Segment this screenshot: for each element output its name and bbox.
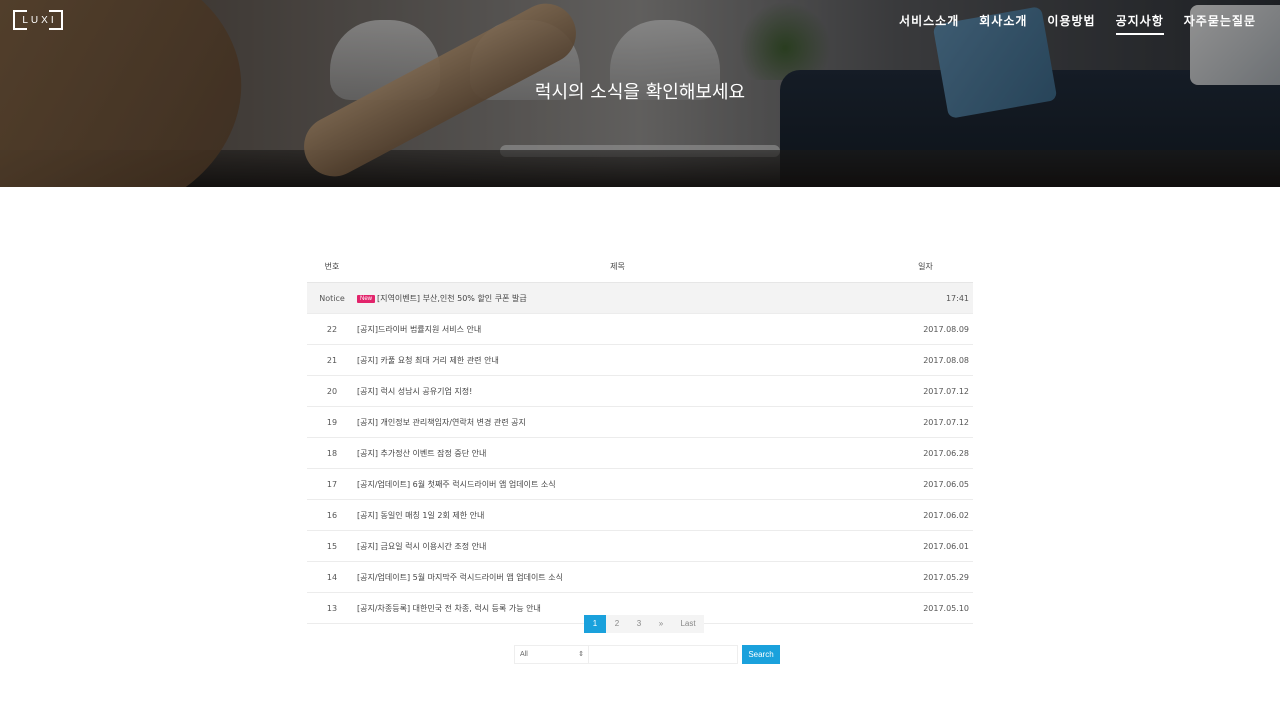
row-num: 17 (307, 468, 357, 500)
next-page-link[interactable]: » (650, 615, 672, 633)
column-header-date: 일자 (878, 250, 973, 283)
table-row[interactable]: 21 [공지] 카풀 요청 최대 거리 제한 관련 안내 2017.08.08 (307, 344, 973, 376)
row-title[interactable]: [공지/업데이트] 6월 첫째주 럭시드라이버 앱 업데이트 소식 (357, 468, 878, 500)
table-row[interactable]: 19 [공지] 개인정보 관리책임자/연락처 변경 관련 공지 2017.07.12 (307, 406, 973, 438)
row-num: 19 (307, 406, 357, 438)
select-arrow-icon: ⇕ (578, 651, 584, 658)
table-row[interactable]: 18 [공지] 추가정산 이벤트 잠정 중단 안내 2017.06.28 (307, 437, 973, 469)
row-num: 14 (307, 561, 357, 593)
row-num: 15 (307, 530, 357, 562)
row-title[interactable]: [공지/업데이트] 5월 마지막주 럭시드라이버 앱 업데이트 소식 (357, 561, 878, 593)
row-title[interactable]: [공지] 추가정산 이벤트 잠정 중단 안내 (357, 437, 878, 469)
row-title[interactable]: [공지] 카풀 요청 최대 거리 제한 관련 안내 (357, 344, 878, 376)
last-page-link[interactable]: Last (672, 615, 704, 633)
row-num: 16 (307, 499, 357, 531)
nav-item-notice[interactable]: 공지사항 (1115, 12, 1164, 35)
search-button[interactable]: Search (742, 645, 780, 664)
table-row[interactable]: 17 [공지/업데이트] 6월 첫째주 럭시드라이버 앱 업데이트 소식 2017.… (307, 468, 973, 500)
search-scope-value: All (520, 651, 528, 658)
table-row[interactable]: 14 [공지/업데이트] 5월 마지막주 럭시드라이버 앱 업데이트 소식 2017… (307, 561, 973, 593)
table-row[interactable]: 15 [공지] 금요일 럭시 이용시간 조정 안내 2017.06.01 (307, 530, 973, 562)
row-date: 2017.06.01 (878, 530, 973, 562)
row-date: 2017.05.29 (878, 561, 973, 593)
row-title-cell[interactable]: New [지역이벤트] 부산,인천 50% 할인 쿠폰 발급 (357, 282, 878, 314)
row-date: 2017.07.12 (878, 375, 973, 407)
table-header-row: 번호 제목 일자 (307, 250, 973, 283)
row-num: 13 (307, 592, 357, 624)
nav-item-company[interactable]: 회사소개 (979, 12, 1027, 35)
notice-board: 번호 제목 일자 Notice New [지역이벤트] 부산,인천 50% 할인 … (307, 250, 973, 624)
notice-table: 번호 제목 일자 Notice New [지역이벤트] 부산,인천 50% 할인 … (307, 250, 973, 624)
row-title[interactable]: [공지] 개인정보 관리책임자/연락처 변경 관련 공지 (357, 406, 878, 438)
row-title[interactable]: [공지] 동일인 매칭 1일 2회 제한 안내 (357, 499, 878, 531)
search-bar: All ⇕ Search (514, 645, 780, 664)
luxi-logo[interactable]: LUXI (13, 10, 63, 30)
row-title[interactable]: [지역이벤트] 부산,인천 50% 할인 쿠폰 발급 (377, 294, 527, 303)
main-nav: 서비스소개 회사소개 이용방법 공지사항 자주묻는질문 (899, 12, 1256, 35)
pagination: 1 2 3» Last (584, 615, 704, 633)
row-title[interactable]: [공지]드라이버 법률지원 서비스 안내 (357, 313, 878, 345)
table-row[interactable]: 16 [공지] 동일인 매칭 1일 2회 제한 안내 2017.06.02 (307, 499, 973, 531)
logo-text: LUXI (22, 14, 57, 26)
row-date: 2017.06.05 (878, 468, 973, 500)
row-title[interactable]: [공지] 럭시 성남시 공유기업 지정! (357, 375, 878, 407)
row-num: 22 (307, 313, 357, 345)
search-scope-select[interactable]: All ⇕ (514, 645, 589, 664)
page-link-2[interactable]: 2 (606, 615, 628, 633)
table-row[interactable]: 22 [공지]드라이버 법률지원 서비스 안내 2017.08.09 (307, 313, 973, 345)
row-num: 18 (307, 437, 357, 469)
table-row[interactable]: 20 [공지] 럭시 성남시 공유기업 지정! 2017.07.12 (307, 375, 973, 407)
new-badge: New (357, 294, 376, 303)
nav-item-service[interactable]: 서비스소개 (899, 12, 959, 35)
column-header-num: 번호 (307, 250, 357, 283)
row-date: 2017.07.12 (878, 406, 973, 438)
row-date: 17:41 (878, 282, 973, 314)
row-title[interactable]: [공지] 금요일 럭시 이용시간 조정 안내 (357, 530, 878, 562)
page-link-3[interactable]: 3 (628, 615, 650, 633)
notice-row[interactable]: Notice New [지역이벤트] 부산,인천 50% 할인 쿠폰 발급 17:… (307, 282, 973, 314)
hero-banner: LUXI 서비스소개 회사소개 이용방법 공지사항 자주묻는질문 럭시의 소식을… (0, 0, 1280, 187)
search-input[interactable] (589, 645, 738, 664)
row-date: 2017.06.28 (878, 437, 973, 469)
column-header-title: 제목 (357, 250, 878, 283)
page-link-1[interactable]: 1 (584, 615, 606, 633)
row-date: 2017.05.10 (878, 592, 973, 624)
hero-title: 럭시의 소식을 확인해보세요 (534, 82, 746, 103)
row-date: 2017.06.02 (878, 499, 973, 531)
row-num: Notice (307, 282, 357, 314)
nav-item-howto[interactable]: 이용방법 (1047, 12, 1095, 35)
nav-item-faq[interactable]: 자주묻는질문 (1184, 12, 1256, 35)
row-num: 20 (307, 375, 357, 407)
row-date: 2017.08.08 (878, 344, 973, 376)
row-num: 21 (307, 344, 357, 376)
row-date: 2017.08.09 (878, 313, 973, 345)
